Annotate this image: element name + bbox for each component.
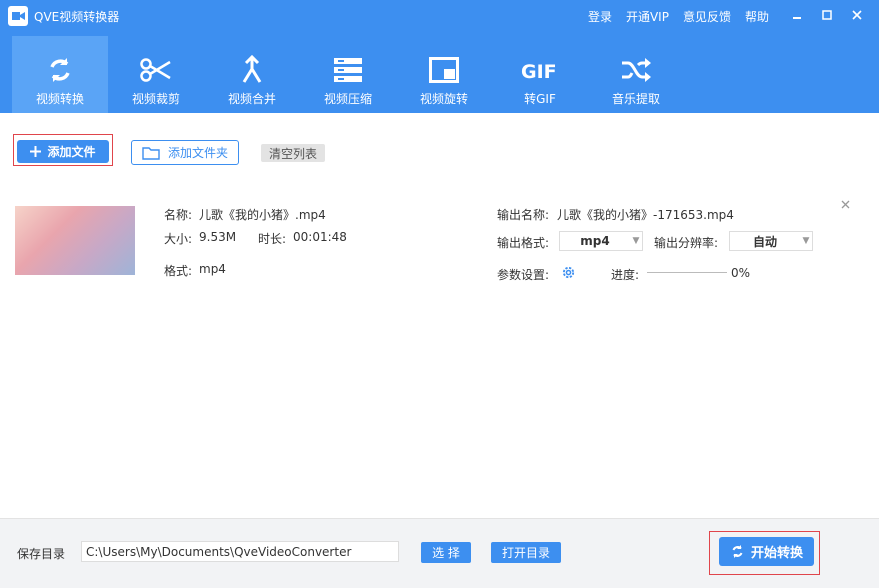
choose-button[interactable]: 选 择 [421, 542, 471, 563]
choose-label: 选 择 [432, 546, 460, 560]
tab-label: 转GIF [524, 92, 556, 106]
file-name: 儿歌《我的小猪》.mp4 [199, 208, 326, 222]
add-file-label: 添加文件 [47, 145, 96, 159]
video-thumbnail [15, 206, 135, 275]
resolution-select[interactable]: 自动 ▼ [729, 231, 813, 251]
file-format: mp4 [199, 262, 226, 276]
duration-label: 时长: [258, 232, 287, 246]
top-bar: QVE视频转换器 登录 开通VIP 意见反馈 帮助 视频转换 视频裁剪 视频合并… [0, 0, 879, 113]
app-title: QVE视频转换器 [34, 10, 120, 24]
start-convert-label: 开始转换 [750, 546, 803, 561]
rotate-icon [429, 54, 459, 86]
window-controls [789, 6, 865, 24]
tab-video-rotate[interactable]: 视频旋转 [396, 36, 492, 113]
tab-video-crop[interactable]: 视频裁剪 [108, 36, 204, 113]
shuffle-icon [620, 54, 652, 86]
maximize-button[interactable] [819, 6, 835, 24]
clear-list-button[interactable]: 清空列表 [261, 144, 325, 162]
app-logo [8, 6, 28, 26]
title-bar: QVE视频转换器 登录 开通VIP 意见反馈 帮助 [0, 0, 879, 32]
help-link[interactable]: 帮助 [745, 8, 769, 25]
add-folder-label: 添加文件夹 [167, 146, 228, 160]
size-label: 大小: [164, 232, 193, 246]
top-links: 登录 开通VIP 意见反馈 帮助 [588, 8, 769, 25]
progress-bar [647, 272, 727, 273]
name-label: 名称: [164, 208, 193, 222]
tab-video-merge[interactable]: 视频合并 [204, 36, 300, 113]
params-label: 参数设置: [497, 268, 550, 282]
tab-label: 视频合并 [227, 92, 276, 106]
tab-label: 视频旋转 [419, 92, 468, 106]
close-button[interactable] [849, 6, 865, 24]
tab-to-gif[interactable]: GIF 转GIF [492, 36, 588, 113]
add-folder-button[interactable]: 添加文件夹 [131, 140, 239, 165]
plus-icon [30, 146, 42, 157]
resolution-label: 输出分辨率: [654, 236, 719, 250]
progress-label: 进度: [611, 268, 640, 282]
save-dir-input[interactable] [81, 541, 399, 562]
open-dir-label: 打开目录 [501, 546, 550, 560]
svg-text:GIF: GIF [521, 61, 557, 81]
tab-label: 音乐提取 [611, 92, 660, 106]
vip-link[interactable]: 开通VIP [626, 8, 669, 25]
output-name[interactable]: 儿歌《我的小猪》-171653.mp4 [557, 206, 734, 223]
open-dir-button[interactable]: 打开目录 [491, 542, 561, 563]
login-link[interactable]: 登录 [588, 8, 612, 25]
feedback-link[interactable]: 意见反馈 [683, 8, 731, 25]
tab-video-compress[interactable]: 视频压缩 [300, 36, 396, 113]
resolution-value: 自动 [752, 234, 777, 249]
chevron-down-icon: ▼ [632, 236, 640, 246]
tool-tabs: 视频转换 视频裁剪 视频合并 视频压缩 视频旋转 GIF 转GIF 音乐提取 [12, 36, 684, 113]
merge-icon [239, 54, 265, 86]
output-format-select[interactable]: mp4 ▼ [559, 231, 643, 251]
chevron-down-icon: ▼ [802, 236, 810, 246]
save-dir-label: 保存目录 [17, 547, 66, 561]
remove-item-close-icon[interactable] [841, 198, 850, 212]
output-name-label: 输出名称: [497, 208, 550, 222]
start-convert-button[interactable]: 开始转换 [719, 537, 814, 566]
refresh-icon [45, 54, 75, 86]
add-file-button[interactable]: 添加文件 [17, 140, 109, 163]
format-label: 格式: [164, 264, 193, 278]
gear-icon[interactable] [561, 265, 576, 283]
progress-value: 0% [731, 266, 751, 280]
tab-video-convert[interactable]: 视频转换 [12, 36, 108, 113]
folder-icon [142, 146, 160, 160]
tab-label: 视频裁剪 [131, 92, 180, 106]
gif-icon: GIF [520, 54, 560, 86]
tab-label: 视频转换 [35, 92, 84, 106]
output-format-value: mp4 [580, 234, 610, 248]
scissors-icon [139, 54, 173, 86]
file-duration: 00:01:48 [293, 230, 347, 244]
tab-audio-extract[interactable]: 音乐提取 [588, 36, 684, 113]
refresh-icon [732, 545, 743, 558]
output-format-label: 输出格式: [497, 236, 550, 250]
tab-label: 视频压缩 [323, 92, 372, 106]
clear-list-label: 清空列表 [268, 146, 317, 161]
compress-icon [333, 54, 363, 86]
minimize-button[interactable] [789, 6, 805, 24]
file-size: 9.53M [199, 230, 237, 244]
